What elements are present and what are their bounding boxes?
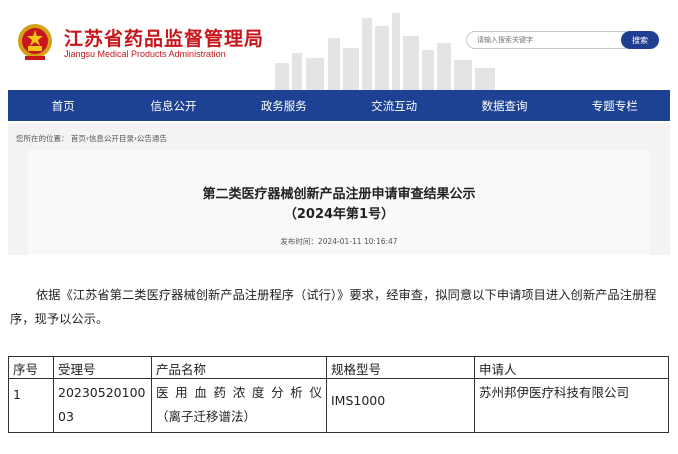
publish-time: 发布时间：2024-01-11 10:16:47	[280, 237, 398, 246]
header-acceptance-no: 受理号	[53, 356, 152, 379]
article-title: 第二类医疗器械创新产品注册申请审查结果公示	[202, 187, 476, 202]
cell-acceptance-no: 2023052010003	[53, 378, 152, 433]
site-header: 江苏省药品监督管理局 Jiangsu Medical Products Admi…	[0, 0, 678, 90]
product-name-line2: （离子迁移谱法）	[156, 409, 257, 424]
cell-product-name: 医用血药浓度分析仪 （离子迁移谱法）	[151, 378, 327, 433]
cell-model: IMS1000	[326, 378, 475, 433]
main-nav: 首页 信息公开 政务服务 交流互动 数据查询 专题专栏	[8, 90, 670, 121]
breadcrumb[interactable]: 您所在的位置： 首页›信息公开目录›公告通告	[16, 133, 167, 144]
national-emblem-icon	[18, 24, 52, 60]
nav-item-home[interactable]: 首页	[8, 90, 118, 121]
cell-index: 1	[8, 378, 54, 433]
nav-item-info-disclosure[interactable]: 信息公开	[118, 90, 228, 121]
header-index: 序号	[8, 356, 54, 379]
registration-table: 序号 受理号 产品名称 规格型号 申请人 1 2023052010003 医用血…	[8, 356, 669, 433]
nav-item-special-topics[interactable]: 专题专栏	[560, 90, 670, 121]
table-row: 1 2023052010003 医用血药浓度分析仪 （离子迁移谱法） IMS10…	[8, 378, 669, 433]
site-title-en: Jiangsu Medical Products Administration	[64, 49, 226, 59]
search-button[interactable]: 搜索	[621, 31, 659, 49]
article-paragraph: 依据《江苏省第二类医疗器械创新产品注册程序（试行）》要求，经审查，拟同意以下申请…	[10, 288, 657, 326]
cell-applicant: 苏州邦伊医疗科技有限公司	[474, 378, 669, 433]
nav-item-gov-services[interactable]: 政务服务	[229, 90, 339, 121]
product-name-line1: 医用血药浓度分析仪	[156, 385, 322, 400]
article-head: 第二类医疗器械创新产品注册申请审查结果公示 （2024年第1号） 发布时间：20…	[28, 150, 650, 255]
search-bar: 搜索	[466, 31, 660, 49]
site-title-cn: 江苏省药品监督管理局	[64, 28, 265, 50]
article-header-panel: 您所在的位置： 首页›信息公开目录›公告通告 第二类医疗器械创新产品注册申请审查…	[8, 123, 670, 255]
nav-item-data-query[interactable]: 数据查询	[449, 90, 559, 121]
header-product-name: 产品名称	[151, 356, 327, 379]
city-skyline-graphic	[275, 13, 495, 90]
table-header-row: 序号 受理号 产品名称 规格型号 申请人	[8, 356, 669, 379]
search-input[interactable]	[466, 31, 626, 49]
article-subtitle: （2024年第1号）	[283, 207, 395, 222]
nav-item-interaction[interactable]: 交流互动	[339, 90, 449, 121]
header-applicant: 申请人	[474, 356, 669, 379]
header-model: 规格型号	[326, 356, 475, 379]
